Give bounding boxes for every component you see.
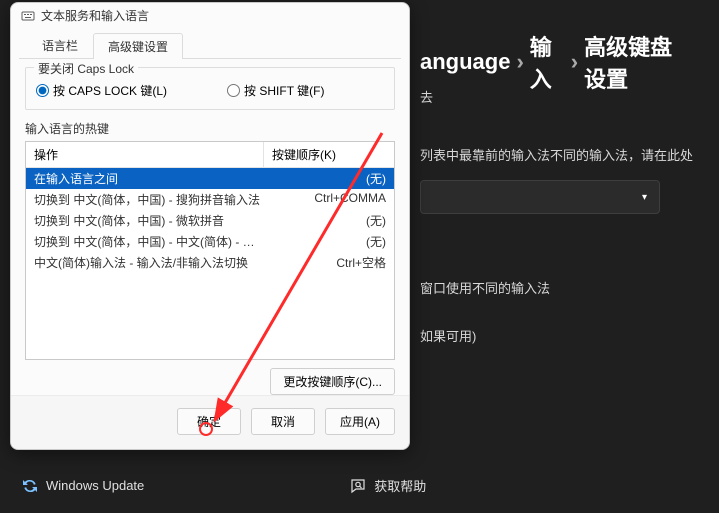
tab-advanced-keys[interactable]: 高级键设置 (93, 33, 183, 59)
bg-fragment: 去 (420, 87, 433, 106)
radio-capslock[interactable]: 按 CAPS LOCK 键(L) (36, 82, 167, 99)
radio-shift-input[interactable] (227, 84, 240, 97)
chevron-down-icon: ▾ (642, 192, 647, 203)
input-method-dropdown[interactable]: ▾ (420, 180, 660, 214)
hotkeys-section-label: 输入语言的热键 (25, 120, 395, 137)
row-action: 切换到 中文(简体，中国) - 搜狗拼音输入法 (34, 191, 264, 208)
apply-button[interactable]: 应用(A) (325, 408, 395, 435)
change-key-sequence-button[interactable]: 更改按键顺序(C)... (270, 368, 395, 395)
dialog-title: 文本服务和输入语言 (41, 7, 149, 24)
text-services-dialog: 文本服务和输入语言 语言栏 高级键设置 要关闭 Caps Lock 按 CAPS… (10, 2, 410, 450)
row-key: Ctrl+空格 (264, 254, 386, 271)
list-row[interactable]: 切换到 中文(简体，中国) - 微软拼音 (无) (26, 210, 394, 231)
row-key: (无) (264, 170, 386, 187)
radio-capslock-label: 按 CAPS LOCK 键(L) (53, 82, 167, 99)
windows-update-label: Windows Update (46, 478, 144, 493)
dialog-titlebar: 文本服务和输入语言 (11, 3, 409, 26)
list-row[interactable]: 切换到 中文(简体，中国) - 搜狗拼音输入法 Ctrl+COMMA (26, 189, 394, 210)
dialog-tabs: 语言栏 高级键设置 (19, 28, 401, 59)
breadcrumb-input[interactable]: 输入 (530, 30, 565, 94)
cancel-button[interactable]: 取消 (251, 408, 315, 435)
row-action: 在输入语言之间 (34, 170, 264, 187)
row-key: Ctrl+COMMA (264, 191, 386, 208)
col-key-header[interactable]: 按键顺序(K) (264, 142, 394, 167)
list-row[interactable]: 切换到 中文(简体，中国) - 中文(简体) - 手心输入法 (无) (26, 231, 394, 252)
bg-fragment: 列表中最靠前的输入法不同的输入法，请在此处 (420, 145, 693, 164)
bg-fragment: 如果可用) (420, 326, 476, 345)
row-action: 中文(简体)输入法 - 输入法/非输入法切换 (34, 254, 264, 271)
breadcrumb-language[interactable]: anguage (420, 49, 510, 75)
capslock-group-label: 要关闭 Caps Lock (34, 60, 138, 77)
hotkeys-list[interactable]: 操作 按键顺序(K) 在输入语言之间 (无) 切换到 中文(简体，中国) - 搜… (25, 141, 395, 360)
breadcrumb-sep: › (516, 49, 523, 75)
row-key: (无) (264, 212, 386, 229)
tab-language-bar[interactable]: 语言栏 (27, 32, 93, 58)
list-row[interactable]: 在输入语言之间 (无) (26, 168, 394, 189)
row-key: (无) (264, 233, 386, 250)
windows-update-link[interactable]: Windows Update (22, 478, 144, 494)
breadcrumb: anguage › 输入 › 高级键盘设置 (420, 30, 689, 94)
sync-icon (22, 478, 38, 494)
radio-capslock-input[interactable] (36, 84, 49, 97)
bottom-help-bar: Windows Update 获取帮助 (22, 476, 719, 495)
get-help-link[interactable]: 获取帮助 (350, 476, 426, 495)
capslock-group: 要关闭 Caps Lock 按 CAPS LOCK 键(L) 按 SHIFT 键… (25, 67, 395, 110)
radio-shift-label: 按 SHIFT 键(F) (244, 82, 324, 99)
list-header: 操作 按键顺序(K) (26, 142, 394, 168)
dialog-actions: 确定 取消 应用(A) (11, 395, 409, 449)
list-row[interactable]: 中文(简体)输入法 - 输入法/非输入法切换 Ctrl+空格 (26, 252, 394, 273)
breadcrumb-advanced: 高级键盘设置 (584, 30, 689, 94)
app-icon (21, 9, 35, 23)
radio-shift[interactable]: 按 SHIFT 键(F) (227, 82, 324, 99)
annotation-circle (199, 422, 213, 436)
bg-fragment: 窗口使用不同的输入法 (420, 278, 550, 297)
row-action: 切换到 中文(简体，中国) - 微软拼音 (34, 212, 264, 229)
row-action: 切换到 中文(简体，中国) - 中文(简体) - 手心输入法 (34, 233, 264, 250)
breadcrumb-sep: › (571, 49, 578, 75)
get-help-label: 获取帮助 (374, 476, 426, 495)
help-icon (350, 478, 366, 494)
col-action-header[interactable]: 操作 (26, 142, 264, 167)
